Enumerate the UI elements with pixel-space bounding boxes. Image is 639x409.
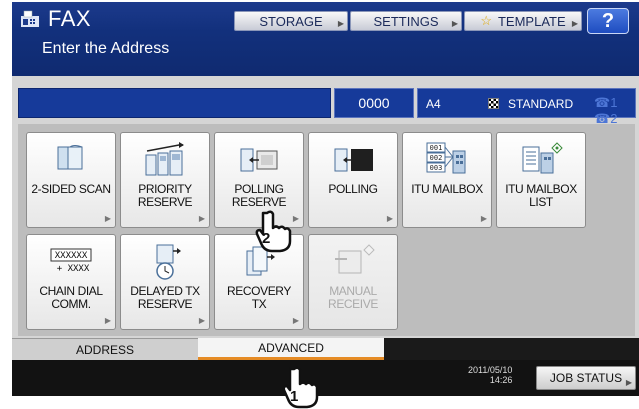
- duplex-scan-icon: [57, 145, 83, 170]
- chevron-right-icon: ▶: [198, 214, 205, 223]
- template-label: TEMPLATE: [497, 13, 566, 29]
- footer-bar: 2011/05/10 14:26 JOB STATUS ▶: [12, 360, 639, 396]
- step-1-number: 1: [290, 388, 298, 405]
- function-label-line2: RESERVE: [137, 297, 193, 311]
- function-label-line2: LIST: [529, 195, 553, 209]
- tab-address-label: ADDRESS: [75, 342, 134, 357]
- chevron-right-icon: ▶: [480, 214, 487, 223]
- itu-mailbox-list-button[interactable]: ITU MAILBOX LIST: [496, 132, 586, 228]
- manual-receive-icon: [335, 244, 375, 274]
- chevron-right-icon: ▶: [571, 19, 578, 28]
- chevron-right-icon: ▶: [104, 214, 111, 223]
- address-row: 0000 A4 STANDARD ☎1 ☎2: [18, 88, 636, 126]
- chevron-right-icon: ▶: [451, 19, 458, 28]
- chevron-right-icon: ▶: [104, 316, 111, 325]
- star-icon: ☆: [480, 13, 492, 28]
- tab-address[interactable]: ADDRESS: [12, 338, 198, 360]
- function-label: POLLING: [328, 182, 378, 196]
- chain-dial-suffix: + XXXX: [57, 264, 90, 274]
- fax-screen: FAX STORAGE ▶ SETTINGS ▶ ☆ TEMPLATE ▶ ? …: [12, 2, 639, 396]
- function-label: ITU MAILBOX: [411, 182, 483, 196]
- template-button[interactable]: ☆ TEMPLATE ▶: [464, 11, 582, 31]
- header-bar: FAX STORAGE ▶ SETTINGS ▶ ☆ TEMPLATE ▶ ? …: [12, 2, 639, 76]
- function-label-line2: RESERVE: [231, 195, 287, 209]
- advanced-functions-panel: 2-SIDED SCAN ▶ PRIORITY RESERVE ▶ POLLIN…: [18, 124, 635, 336]
- resolution-mode: STANDARD: [508, 97, 574, 111]
- pointing-hand-icon: 2: [255, 210, 292, 253]
- page-title: FAX: [48, 6, 92, 31]
- two-sided-scan-button[interactable]: 2-SIDED SCAN ▶: [26, 132, 116, 228]
- job-status-label: JOB STATUS: [549, 371, 623, 385]
- function-label-line2: RESERVE: [137, 195, 193, 209]
- resolution-icon: [488, 98, 499, 109]
- help-label: ?: [601, 9, 615, 32]
- storage-label: STORAGE: [259, 13, 323, 29]
- tab-advanced-label: ADVANCED: [258, 340, 324, 355]
- chain-dial-icon: XXXXXX + XXXX: [50, 248, 92, 274]
- storage-button[interactable]: STORAGE ▶: [234, 11, 348, 31]
- address-field[interactable]: [18, 88, 331, 118]
- itu-mailbox-icon: 001 002 003: [426, 142, 466, 174]
- priority-reserve-button[interactable]: PRIORITY RESERVE ▶: [120, 132, 210, 228]
- tab-advanced[interactable]: ADVANCED: [198, 338, 384, 360]
- chain-dial-comm-button[interactable]: XXXXXX + XXXX CHAIN DIAL COMM. ▶: [26, 234, 116, 330]
- settings-button[interactable]: SETTINGS ▶: [350, 11, 462, 31]
- chain-dial-code: XXXXXX: [55, 251, 88, 261]
- manual-receive-button: MANUAL RECEIVE: [308, 234, 398, 330]
- priority-reserve-icon: [145, 142, 184, 176]
- time: 14:26: [489, 375, 513, 385]
- polling-button[interactable]: POLLING ▶: [308, 132, 398, 228]
- mailbox-003: 003: [430, 164, 443, 172]
- line1-indicator: ☎1: [594, 95, 618, 110]
- tab-bar: ADDRESS ADVANCED: [12, 338, 639, 360]
- chevron-right-icon: ▶: [198, 316, 205, 325]
- paper-size: A4: [426, 97, 441, 111]
- scan-status: A4 STANDARD ☎1 ☎2: [417, 88, 636, 126]
- mailbox-001: 001: [430, 144, 443, 152]
- mailbox-002: 002: [430, 154, 443, 162]
- fax-machine-icon: [21, 10, 39, 27]
- chevron-right-icon: ▶: [337, 19, 344, 28]
- help-button[interactable]: ?: [587, 8, 629, 34]
- date: 2011/05/10: [468, 365, 513, 375]
- function-label-line2: COMM.: [51, 297, 91, 311]
- chevron-right-icon: ▶: [292, 316, 299, 325]
- date-time: 2011/05/10 14:26: [468, 365, 512, 385]
- function-label-line2: RECEIVE: [328, 297, 378, 311]
- job-status-button[interactable]: JOB STATUS ▶: [536, 366, 636, 390]
- chevron-right-icon: ▶: [625, 378, 632, 387]
- function-label-line2: TX: [251, 297, 267, 311]
- step-2-number: 2: [262, 230, 270, 247]
- polling-reserve-icon: [240, 148, 278, 172]
- itu-mailbox-list-icon: [522, 142, 563, 174]
- itu-mailbox-button[interactable]: 001 002 003 ITU MAILBOX ▶: [402, 132, 492, 228]
- delayed-tx-reserve-button[interactable]: DELAYED TX RESERVE ▶: [120, 234, 210, 330]
- address-count: 0000: [334, 88, 414, 118]
- tab-bar-spacer: [384, 338, 639, 360]
- function-label: 2-SIDED SCAN: [31, 182, 111, 196]
- pointing-hand-icon: 1: [282, 366, 319, 409]
- delayed-tx-icon: [156, 244, 181, 280]
- polling-icon: [334, 148, 373, 172]
- settings-label: SETTINGS: [373, 13, 439, 29]
- page-subtitle: Enter the Address: [42, 40, 170, 57]
- chevron-right-icon: ▶: [292, 214, 299, 223]
- chevron-right-icon: ▶: [386, 214, 393, 223]
- line-indicators: ☎1 ☎2: [594, 95, 635, 127]
